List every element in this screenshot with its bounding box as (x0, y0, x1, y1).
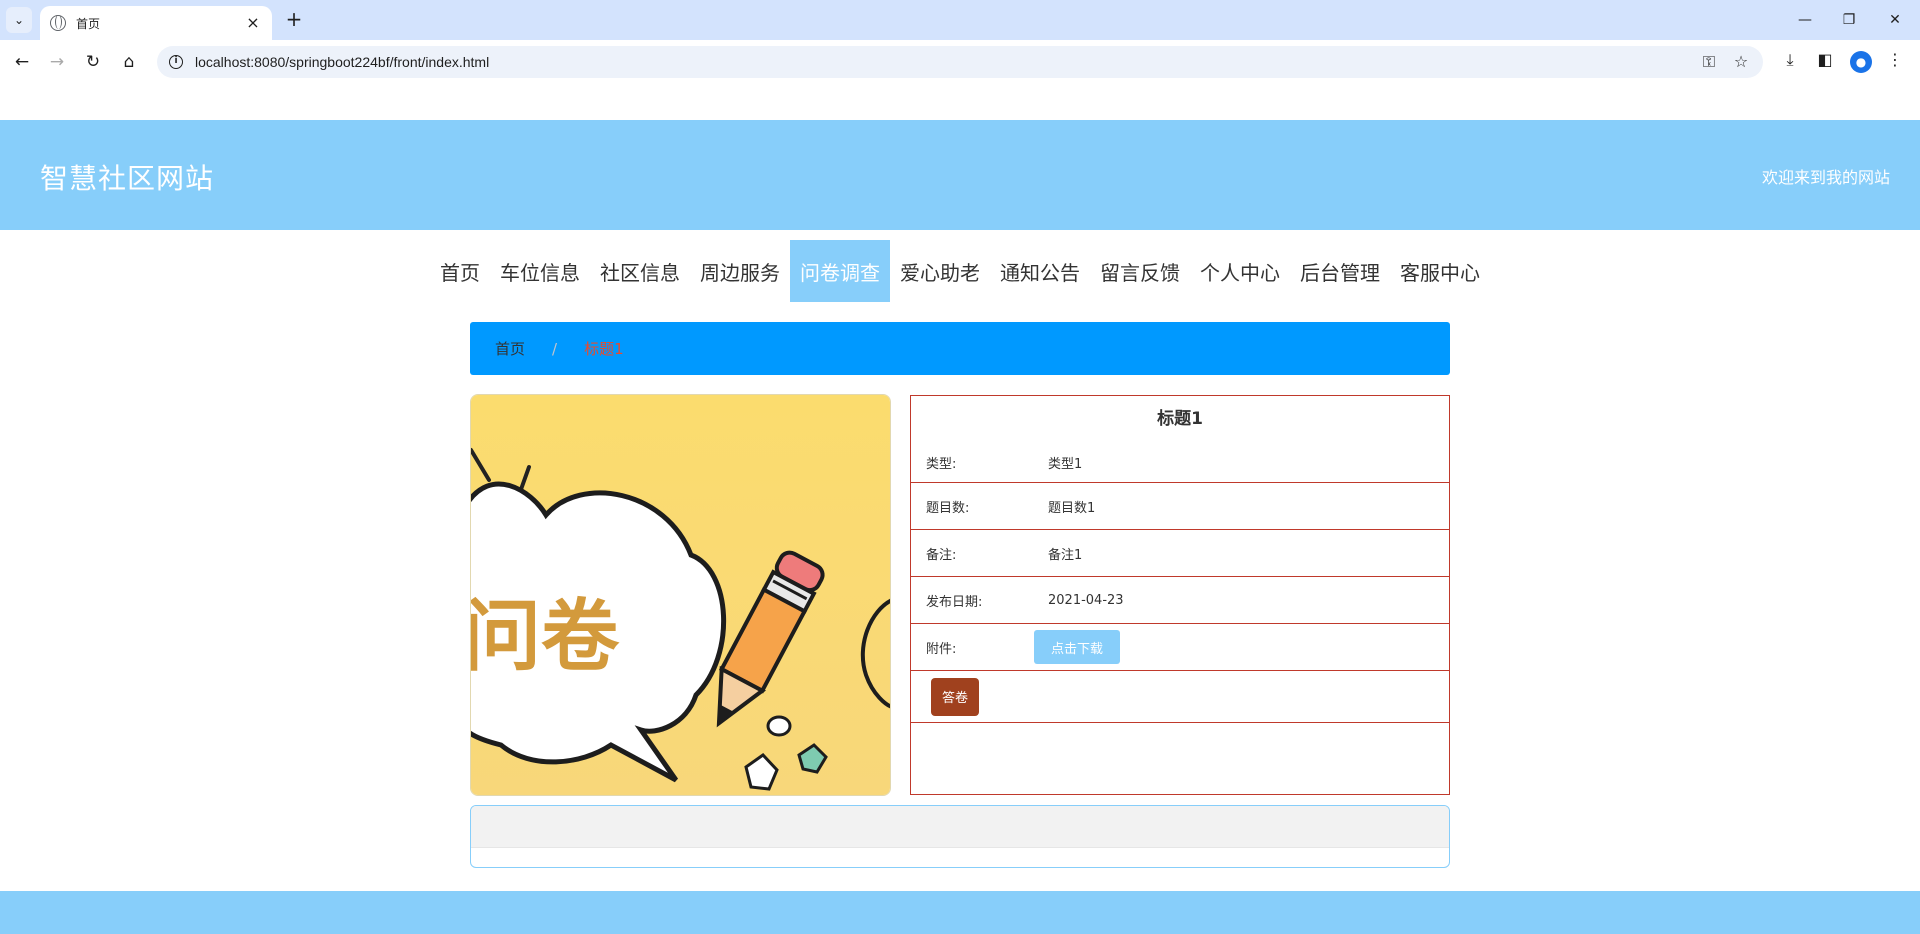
breadcrumb-separator: / (552, 339, 558, 358)
download-icon[interactable]: ⤓ (1778, 50, 1802, 74)
nav-item-feedback[interactable]: 留言反馈 (1090, 240, 1190, 302)
content-panel-header (471, 806, 1449, 848)
nav-item-home[interactable]: 首页 (430, 240, 490, 302)
tab-title: 首页 (76, 16, 101, 31)
site-footer (0, 891, 1920, 934)
answer-survey-button[interactable]: 答卷 (931, 677, 979, 716)
profile-avatar-icon[interactable]: ● (1850, 51, 1872, 73)
note-label: 备注: (926, 547, 957, 563)
tab-search-chevron-icon[interactable]: ⌄ (6, 7, 32, 33)
download-button[interactable]: 点击下载 (1034, 630, 1120, 664)
globe-icon (50, 15, 66, 31)
publish-date-label: 发布日期: (926, 594, 983, 610)
close-window-icon[interactable]: ✕ (1872, 4, 1918, 36)
menu-dots-icon[interactable]: ⋮ (1883, 50, 1907, 74)
nav-item-customer-service[interactable]: 客服中心 (1390, 240, 1490, 302)
restore-icon[interactable]: ❐ (1826, 4, 1872, 36)
nav-item-personal-center[interactable]: 个人中心 (1190, 240, 1290, 302)
side-panel-icon[interactable]: ◧ (1813, 50, 1837, 74)
bookmark-star-icon[interactable]: ☆ (1730, 52, 1752, 72)
back-arrow-icon[interactable]: ← (8, 48, 36, 76)
browser-toolbar: ← → ↻ ⌂ i localhost:8080/springboot224bf… (0, 40, 1920, 82)
tab-close-icon[interactable]: × (244, 15, 262, 31)
detail-row-note: 备注: 备注1 (911, 530, 1449, 577)
site-title: 智慧社区网站 (40, 162, 215, 195)
type-label: 类型: (926, 457, 957, 472)
survey-detail-panel: 标题1 类型: 类型1 题目数: 题目数1 备注: 备注1 发布日期: 2021… (910, 395, 1450, 795)
detail-row-question-count: 题目数: 题目数1 (911, 483, 1449, 530)
survey-cover-image: 问卷 (470, 394, 891, 796)
nav-item-announcements[interactable]: 通知公告 (990, 240, 1090, 302)
attachment-label: 附件: (926, 641, 957, 657)
nav-item-elderly-care[interactable]: 爱心助老 (890, 240, 990, 302)
welcome-text: 欢迎来到我的网站 (1761, 168, 1890, 187)
forward-arrow-icon[interactable]: → (43, 48, 71, 76)
breadcrumb: 首页 / 标题1 (470, 322, 1450, 375)
publish-date-value: 2021-04-23 (1048, 592, 1124, 608)
browser-tab[interactable]: 首页 × (40, 6, 272, 40)
reload-icon[interactable]: ↻ (79, 48, 107, 76)
address-bar[interactable]: i localhost:8080/springboot224bf/front/i… (157, 46, 1763, 78)
main-nav: 首页 车位信息 社区信息 周边服务 问卷调查 爱心助老 通知公告 留言反馈 个人… (0, 240, 1920, 302)
question-count-value: 题目数1 (1048, 500, 1096, 516)
site-info-icon[interactable]: i (169, 55, 183, 69)
content-panel (470, 805, 1450, 868)
nav-item-community[interactable]: 社区信息 (590, 240, 690, 302)
question-count-label: 题目数: (926, 500, 970, 516)
detail-row-actions: 答卷 (911, 671, 1449, 723)
breadcrumb-current: 标题1 (584, 340, 624, 358)
browser-tabstrip: ⌄ 首页 × + — ❐ ✕ (0, 0, 1920, 40)
detail-row-attachment: 附件: 点击下载 (911, 624, 1449, 671)
password-key-icon[interactable]: ⚿ (1698, 52, 1720, 72)
note-value: 备注1 (1048, 547, 1083, 563)
site-header: 智慧社区网站 欢迎来到我的网站 (0, 120, 1920, 230)
url-text: localhost:8080/springboot224bf/front/ind… (195, 54, 490, 70)
detail-row-type: 类型: 类型1 (911, 443, 1449, 483)
nav-item-nearby-services[interactable]: 周边服务 (690, 240, 790, 302)
minimize-icon[interactable]: — (1782, 4, 1828, 36)
nav-item-survey[interactable]: 问卷调查 (790, 240, 890, 302)
survey-title: 标题1 (1157, 409, 1203, 429)
cover-text: 问卷 (471, 592, 620, 682)
nav-item-parking[interactable]: 车位信息 (490, 240, 590, 302)
detail-row-publish-date: 发布日期: 2021-04-23 (911, 577, 1449, 624)
new-tab-plus-icon[interactable]: + (282, 8, 306, 32)
home-icon[interactable]: ⌂ (115, 48, 143, 76)
breadcrumb-home-link[interactable]: 首页 (495, 338, 525, 359)
nav-item-admin[interactable]: 后台管理 (1290, 240, 1390, 302)
type-value: 类型1 (1048, 457, 1083, 472)
